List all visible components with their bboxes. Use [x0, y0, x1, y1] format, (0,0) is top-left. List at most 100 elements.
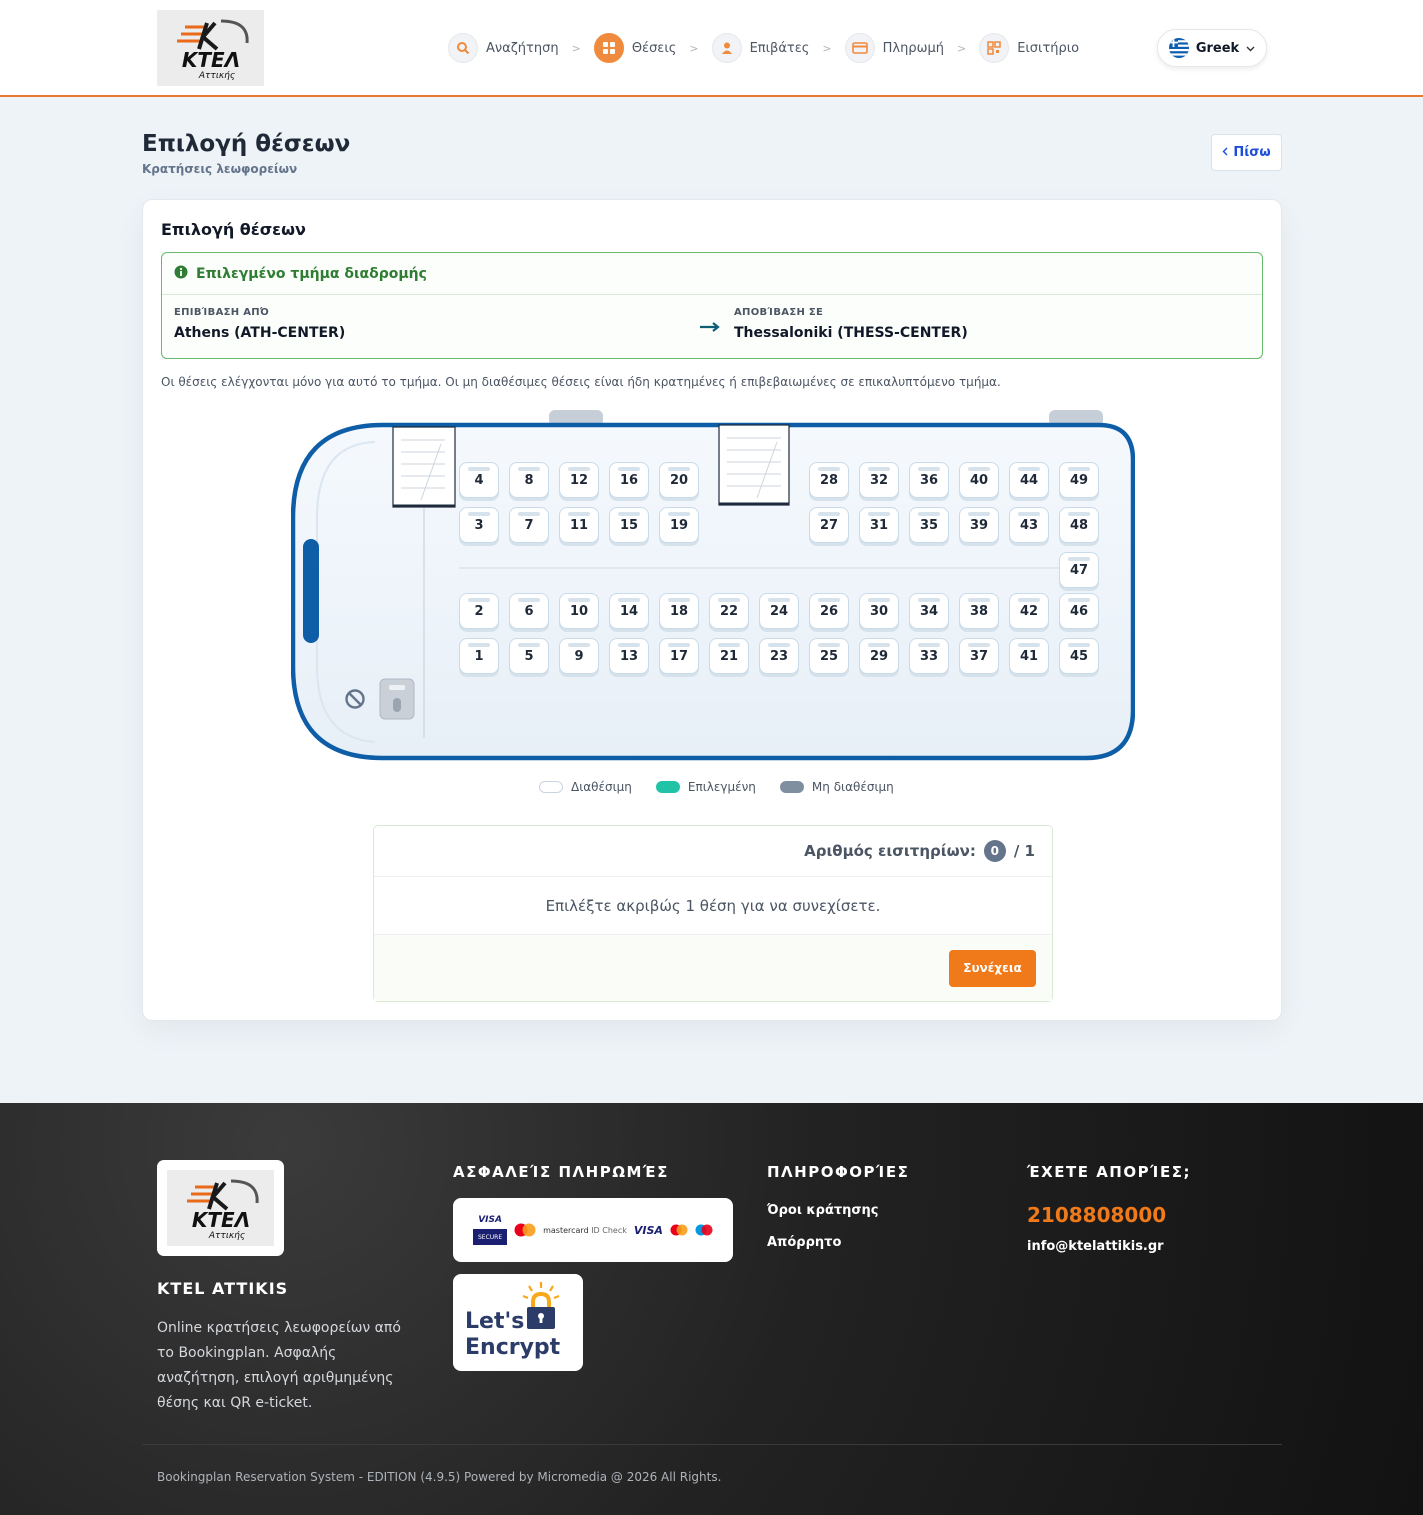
seat-36[interactable]: 36 — [909, 462, 949, 498]
continue-button[interactable]: Συνέχεια — [949, 949, 1036, 987]
seat-7[interactable]: 7 — [509, 507, 549, 543]
visa-secure-logo: VISA SECURE — [473, 1215, 508, 1245]
step-payment[interactable]: Πληρωμή — [844, 33, 944, 63]
step-ticket[interactable]: Εισιτήριο — [979, 33, 1079, 63]
card-title: Επιλογή θέσεων — [161, 220, 306, 239]
seat-47[interactable]: 47 — [1059, 552, 1099, 588]
seat-13[interactable]: 13 — [609, 638, 649, 674]
footer-logo[interactable]: ΚΤΕΛ Αττικής — [157, 1160, 284, 1256]
seat-5[interactable]: 5 — [509, 638, 549, 674]
booking-terms-link[interactable]: Όροι κράτησης — [767, 1203, 879, 1218]
seat-48[interactable]: 48 — [1059, 507, 1099, 543]
legend-available: Διαθέσιμη — [539, 780, 632, 794]
credit-card-icon — [844, 33, 875, 63]
lets-encrypt-badge: Let's Encrypt — [453, 1274, 583, 1371]
seat-15[interactable]: 15 — [609, 507, 649, 543]
step-label: Θέσεις — [631, 40, 677, 56]
seat-23[interactable]: 23 — [759, 638, 799, 674]
legend-label: Επιλεγμένη — [687, 780, 756, 794]
legend-label: Μη διαθέσιμη — [811, 780, 894, 794]
step-separator: > — [689, 41, 699, 55]
boarding-from: ΕΠΙΒΊΒΑΣΗ ΑΠΌ Athens (ATH-CENTER) — [174, 307, 345, 341]
seat-12[interactable]: 12 — [559, 462, 599, 498]
seat-31[interactable]: 31 — [859, 507, 899, 543]
user-icon — [711, 33, 742, 63]
seat-30[interactable]: 30 — [859, 593, 899, 629]
seat-3[interactable]: 3 — [459, 507, 499, 543]
seat-18[interactable]: 18 — [659, 593, 699, 629]
greek-flag-icon — [1168, 38, 1189, 58]
logo-subtext: Αττικής — [207, 1231, 244, 1241]
seat-24[interactable]: 24 — [759, 593, 799, 629]
ticket-count-label: Αριθμός εισιτηρίων: — [804, 842, 976, 860]
seat-10[interactable]: 10 — [559, 593, 599, 629]
seat-41[interactable]: 41 — [1009, 638, 1049, 674]
legend-swatch — [539, 781, 563, 793]
phone-link[interactable]: 2108808000 — [1027, 1203, 1166, 1227]
seat-8[interactable]: 8 — [509, 462, 549, 498]
seat-6[interactable]: 6 — [509, 593, 549, 629]
booking-steps: Αναζήτηση > Θέσεις > Επιβάτες > Πληρωμή … — [448, 33, 1079, 63]
step-label: Επιβάτες — [749, 40, 810, 56]
footer-divider — [142, 1444, 1282, 1445]
step-separator: > — [571, 41, 581, 55]
seat-16[interactable]: 16 — [609, 462, 649, 498]
seat-43[interactable]: 43 — [1009, 507, 1049, 543]
segment-heading: Επιλεγμένο τμήμα διαδρομής — [196, 265, 427, 282]
seat-44[interactable]: 44 — [1009, 462, 1049, 498]
seat-29[interactable]: 29 — [859, 638, 899, 674]
seat-42[interactable]: 42 — [1009, 593, 1049, 629]
seat-14[interactable]: 14 — [609, 593, 649, 629]
selected-count-badge: 0 — [983, 840, 1006, 862]
qr-code-icon — [979, 33, 1010, 63]
seat-38[interactable]: 38 — [959, 593, 999, 629]
email-link[interactable]: info@ktelattikis.gr — [1027, 1239, 1164, 1254]
seat-49[interactable]: 49 — [1059, 462, 1099, 498]
seat-19[interactable]: 19 — [659, 507, 699, 543]
footer: ΚΤΕΛ Αττικής KTEL ATTIKIS Online κρατήσε… — [0, 1103, 1423, 1515]
seat-legend: Διαθέσιμη Επιλεγμένη Μη διαθέσιμη — [539, 780, 918, 794]
legend-swatch — [779, 781, 804, 793]
seat-34[interactable]: 34 — [909, 593, 949, 629]
step-seats[interactable]: Θέσεις — [593, 33, 677, 63]
seat-39[interactable]: 39 — [959, 507, 999, 543]
info-heading: ΠΛΗΡΟΦΟΡΊΕΣ — [767, 1163, 910, 1181]
seat-25[interactable]: 25 — [809, 638, 849, 674]
privacy-link[interactable]: Απόρρητο — [767, 1235, 841, 1250]
seat-35[interactable]: 35 — [909, 507, 949, 543]
step-separator: > — [822, 41, 832, 55]
staircase-middle — [718, 424, 790, 506]
page-subtitle: Κρατήσεις λεωφορείων — [142, 162, 298, 176]
copyright: Bookingplan Reservation System - EDITION… — [157, 1470, 722, 1484]
ticket-summary: Αριθμός εισιτηρίων: 0 / 1 Επιλέξτε ακριβ… — [373, 825, 1053, 1002]
ticket-actions: Συνέχεια — [374, 935, 1052, 1001]
seat-20[interactable]: 20 — [659, 462, 699, 498]
seat-22[interactable]: 22 — [709, 593, 749, 629]
ktel-logo[interactable]: ΚΤΕΛ Αττικής — [157, 10, 264, 86]
language-selector[interactable]: Greek — [1157, 29, 1267, 67]
back-button[interactable]: Πίσω — [1211, 134, 1282, 171]
seat-45[interactable]: 45 — [1059, 638, 1099, 674]
seat-1[interactable]: 1 — [459, 638, 499, 674]
seat-21[interactable]: 21 — [709, 638, 749, 674]
selected-segment: Επιλεγμένο τμήμα διαδρομής ΕΠΙΒΊΒΑΣΗ ΑΠΌ… — [161, 252, 1263, 359]
seat-27[interactable]: 27 — [809, 507, 849, 543]
seat-17[interactable]: 17 — [659, 638, 699, 674]
logo-text: ΚΤΕΛ — [191, 1208, 249, 1232]
step-passengers[interactable]: Επιβάτες — [711, 33, 810, 63]
seat-4[interactable]: 4 — [459, 462, 499, 498]
seats-grid-icon — [593, 33, 624, 63]
legend-unavailable: Μη διαθέσιμη — [779, 780, 894, 794]
seat-11[interactable]: 11 — [559, 507, 599, 543]
seat-40[interactable]: 40 — [959, 462, 999, 498]
seat-2[interactable]: 2 — [459, 593, 499, 629]
seat-33[interactable]: 33 — [909, 638, 949, 674]
seat-28[interactable]: 28 — [809, 462, 849, 498]
seat-37[interactable]: 37 — [959, 638, 999, 674]
step-search[interactable]: Αναζήτηση — [448, 33, 559, 63]
seat-46[interactable]: 46 — [1059, 593, 1099, 629]
seat-9[interactable]: 9 — [559, 638, 599, 674]
seat-26[interactable]: 26 — [809, 593, 849, 629]
seat-32[interactable]: 32 — [859, 462, 899, 498]
seat-availability-note: Οι θέσεις ελέγχονται μόνο για αυτό το τμ… — [161, 375, 1001, 389]
